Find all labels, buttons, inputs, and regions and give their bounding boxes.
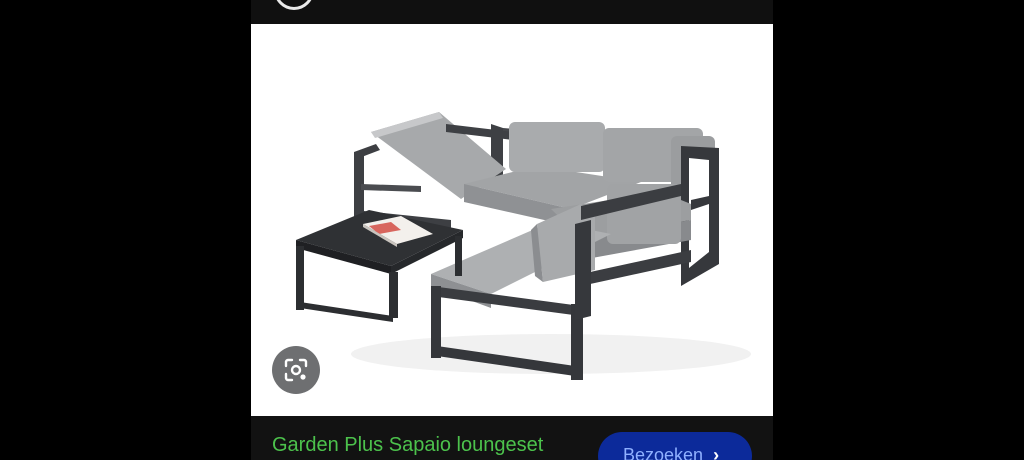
product-image[interactable] (251, 24, 773, 416)
source-logo-icon[interactable] (274, 0, 314, 10)
visual-search-button[interactable] (272, 346, 320, 394)
result-info-bar: Garden Plus Sapaio loungeset Bezoeken › (251, 416, 773, 460)
panel-header (251, 0, 773, 24)
visit-button[interactable]: Bezoeken › (598, 432, 752, 460)
loungeset-illustration (296, 112, 751, 380)
camera-search-icon (284, 358, 308, 382)
image-result-panel: Garden Plus Sapaio loungeset Bezoeken › (251, 0, 773, 460)
result-title[interactable]: Garden Plus Sapaio loungeset (272, 434, 543, 457)
chevron-right-icon: › (713, 445, 720, 460)
screen: Garden Plus Sapaio loungeset Bezoeken › (0, 0, 1024, 460)
visit-button-label: Bezoeken (623, 445, 704, 460)
